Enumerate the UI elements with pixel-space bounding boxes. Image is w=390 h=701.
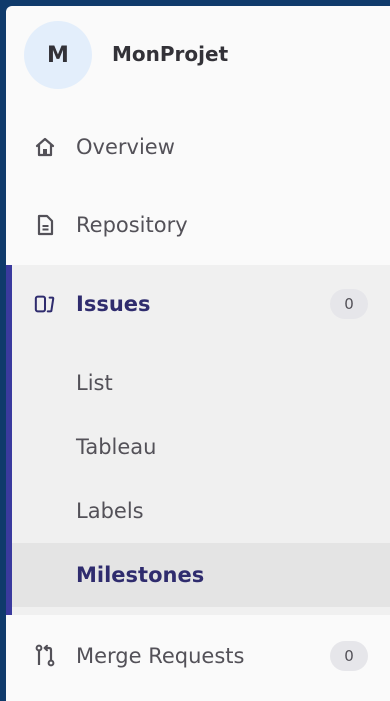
sidebar: M MonProjet Overview Repository Issues 0… — [6, 6, 390, 701]
nav-item-merge-requests[interactable]: Merge Requests 0 — [6, 627, 390, 685]
subnav-item-milestones[interactable]: Milestones — [12, 543, 390, 607]
nav-item-overview[interactable]: Overview — [6, 118, 390, 176]
nav-label-issues: Issues — [76, 292, 151, 316]
project-name[interactable]: MonProjet — [112, 42, 228, 66]
nav-item-issues[interactable]: Issues 0 — [12, 275, 390, 333]
nav-label-overview: Overview — [76, 135, 175, 159]
issues-section: Issues 0 List Tableau Labels Milestones — [6, 265, 390, 615]
subnav-label-labels: Labels — [76, 499, 144, 523]
subnav-item-tableau[interactable]: Tableau — [12, 415, 390, 479]
subnav-label-milestones: Milestones — [76, 563, 205, 587]
merge-requests-count-badge: 0 — [330, 641, 368, 671]
nav-label-repository: Repository — [76, 213, 188, 237]
nav-label-merge-requests: Merge Requests — [76, 644, 245, 668]
merge-request-icon — [34, 644, 56, 667]
project-header[interactable]: M MonProjet — [6, 6, 390, 98]
project-avatar[interactable]: M — [24, 21, 92, 89]
subnav-item-labels[interactable]: Labels — [12, 479, 390, 543]
nav-item-repository[interactable]: Repository — [6, 196, 390, 254]
subnav-item-list[interactable]: List — [12, 351, 390, 415]
issues-icon — [34, 293, 56, 315]
issues-count-badge: 0 — [330, 289, 368, 319]
home-icon — [34, 136, 56, 158]
subnav-label-list: List — [76, 371, 113, 395]
document-icon — [34, 214, 56, 236]
subnav-label-tableau: Tableau — [76, 435, 157, 459]
